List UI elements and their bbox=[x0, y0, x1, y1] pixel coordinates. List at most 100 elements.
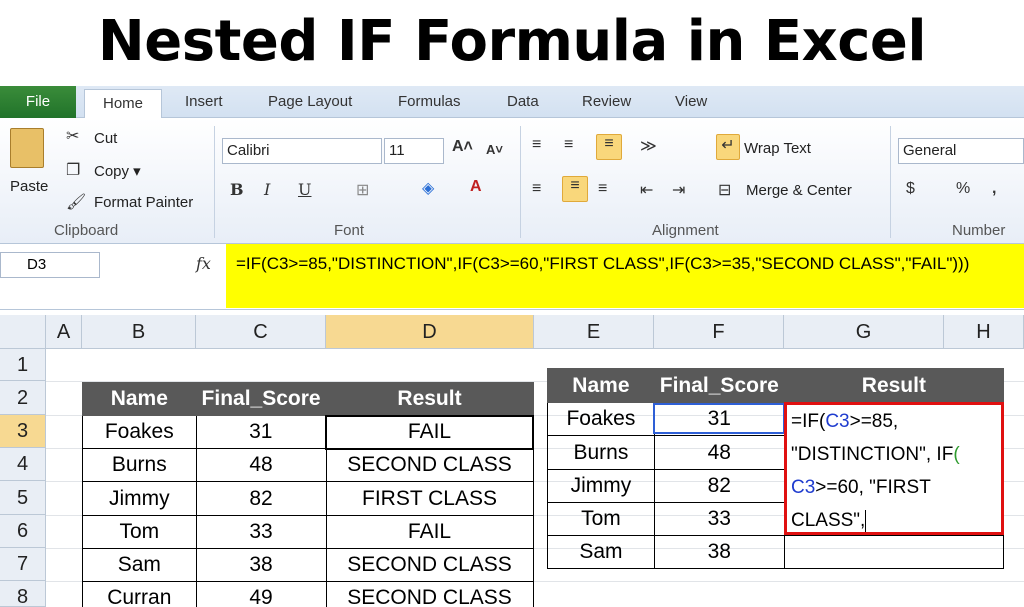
font-group-label: Font bbox=[334, 222, 365, 239]
column-header[interactable]: F bbox=[654, 315, 784, 349]
table-cell[interactable]: Burns bbox=[82, 448, 197, 482]
table-cell[interactable]: Foakes bbox=[82, 415, 197, 449]
table-cell[interactable]: 82 bbox=[195, 481, 327, 516]
column-header[interactable]: E bbox=[534, 315, 654, 349]
decrease-indent-icon[interactable]: ⇤ bbox=[640, 180, 653, 200]
page-title: Nested IF Formula in Excel bbox=[0, 0, 1024, 86]
row-header[interactable]: 2 bbox=[0, 381, 46, 415]
table-header: Final_Score bbox=[195, 382, 327, 416]
align-left-icon[interactable]: ≡ bbox=[532, 180, 541, 198]
table-cell[interactable]: 33 bbox=[653, 502, 785, 536]
align-right-icon[interactable]: ≡ bbox=[598, 180, 607, 198]
align-middle-icon[interactable]: ≡ bbox=[564, 136, 573, 154]
tab-insert[interactable]: Insert bbox=[185, 86, 223, 118]
column-header[interactable]: H bbox=[944, 315, 1024, 349]
column-header[interactable]: G bbox=[784, 315, 944, 349]
table-cell[interactable] bbox=[783, 535, 1005, 569]
table-cell[interactable]: 38 bbox=[653, 535, 785, 569]
table-header: Result bbox=[325, 382, 534, 416]
align-center-icon[interactable]: ≡ bbox=[562, 176, 588, 202]
comma-icon[interactable]: , bbox=[992, 180, 996, 198]
text-cursor bbox=[865, 509, 867, 532]
underline-icon[interactable]: U bbox=[298, 180, 311, 199]
table-cell[interactable]: Burns bbox=[547, 435, 655, 470]
table-cell[interactable]: SECOND CLASS bbox=[325, 581, 534, 607]
row-header[interactable]: 3 bbox=[0, 415, 46, 448]
column-header[interactable]: D bbox=[326, 315, 534, 349]
wrap-text-icon[interactable]: ↵ bbox=[716, 134, 740, 160]
cut-icon[interactable]: ✂ bbox=[66, 126, 79, 146]
tab-formulas[interactable]: Formulas bbox=[398, 86, 461, 118]
percent-icon[interactable]: % bbox=[956, 180, 970, 198]
paste-icon[interactable] bbox=[10, 128, 44, 168]
tab-view[interactable]: View bbox=[675, 86, 707, 118]
column-header[interactable]: A bbox=[46, 315, 82, 349]
format-painter-button[interactable]: Format Painter bbox=[94, 194, 193, 211]
wrap-text-button[interactable]: Wrap Text bbox=[744, 140, 811, 157]
column-header[interactable]: C bbox=[196, 315, 326, 349]
table-cell[interactable]: FAIL bbox=[325, 515, 534, 549]
cut-button[interactable]: Cut bbox=[94, 130, 117, 147]
tab-data[interactable]: Data bbox=[507, 86, 539, 118]
orientation-icon[interactable]: ≫ bbox=[640, 136, 657, 156]
active-cell[interactable]: FAIL bbox=[325, 414, 534, 450]
row-header[interactable]: 1 bbox=[0, 349, 46, 381]
table-cell[interactable]: FIRST CLASS bbox=[325, 481, 534, 516]
table-cell[interactable]: Curran bbox=[82, 581, 197, 607]
merge-center-button[interactable]: Merge & Center bbox=[746, 182, 852, 199]
formula-edit-cell[interactable]: =IF(C3>=85, "DISTINCTION", IF( C3>=60, "… bbox=[784, 402, 1004, 535]
table-cell[interactable]: 82 bbox=[653, 469, 785, 503]
row-header[interactable]: 7 bbox=[0, 548, 46, 581]
font-name-select[interactable]: Calibri bbox=[222, 138, 382, 164]
format-painter-icon[interactable]: 🖌 bbox=[66, 192, 86, 212]
copy-button[interactable]: Copy ▾ bbox=[94, 162, 141, 180]
copy-icon[interactable]: ❐ bbox=[66, 160, 80, 180]
paste-button[interactable]: Paste bbox=[10, 178, 48, 195]
tab-page-layout[interactable]: Page Layout bbox=[268, 86, 352, 118]
formula-text: =IF( bbox=[791, 411, 826, 432]
select-all-corner[interactable] bbox=[0, 315, 46, 349]
font-size-select[interactable]: 11 bbox=[384, 138, 444, 164]
align-bottom-icon[interactable]: ≡ bbox=[596, 134, 622, 160]
table-cell[interactable]: 49 bbox=[195, 581, 327, 607]
tab-review[interactable]: Review bbox=[582, 86, 631, 118]
italic-icon[interactable]: I bbox=[264, 180, 270, 199]
align-top-icon[interactable]: ≡ bbox=[532, 136, 541, 154]
row-header[interactable]: 8 bbox=[0, 581, 46, 607]
table-cell[interactable]: 33 bbox=[195, 515, 327, 549]
fx-icon[interactable]: fx bbox=[196, 254, 211, 273]
number-format-select[interactable]: General bbox=[898, 138, 1024, 164]
fill-color-icon[interactable]: ◈ bbox=[422, 178, 434, 198]
table-cell[interactable]: Sam bbox=[547, 535, 655, 569]
currency-icon[interactable]: $ bbox=[906, 180, 915, 198]
table-cell[interactable]: Jimmy bbox=[547, 469, 655, 503]
table-cell[interactable]: Jimmy bbox=[82, 481, 197, 516]
bold-icon[interactable]: B bbox=[230, 180, 244, 199]
grow-font-icon[interactable]: A˄ bbox=[452, 138, 473, 156]
table-cell[interactable]: Tom bbox=[82, 515, 197, 549]
formula-input[interactable]: =IF(C3>=85,"DISTINCTION",IF(C3>=60,"FIRS… bbox=[226, 244, 1024, 308]
name-box[interactable]: D3 bbox=[0, 252, 100, 278]
table-cell[interactable]: 38 bbox=[195, 548, 327, 582]
borders-icon[interactable]: ⊞ bbox=[356, 180, 369, 200]
table-cell[interactable]: 48 bbox=[195, 448, 327, 482]
row-header[interactable]: 6 bbox=[0, 515, 46, 548]
ribbon-tabs: File Home Insert Page Layout Formulas Da… bbox=[0, 86, 1024, 119]
font-color-icon[interactable]: A bbox=[470, 178, 482, 196]
tab-file[interactable]: File bbox=[0, 86, 76, 118]
table-cell[interactable]: 48 bbox=[653, 435, 785, 470]
table-cell[interactable]: 31 bbox=[195, 415, 327, 449]
table-cell[interactable]: Sam bbox=[82, 548, 197, 582]
separator bbox=[890, 126, 891, 238]
merge-center-icon[interactable]: ⊟ bbox=[718, 180, 731, 200]
table-cell[interactable]: Foakes bbox=[547, 402, 655, 436]
table-cell[interactable]: Tom bbox=[547, 502, 655, 536]
increase-indent-icon[interactable]: ⇥ bbox=[672, 180, 685, 200]
shrink-font-icon[interactable]: A˅ bbox=[486, 142, 503, 157]
table-cell[interactable]: SECOND CLASS bbox=[325, 548, 534, 582]
tab-home[interactable]: Home bbox=[84, 89, 162, 119]
table-cell[interactable]: SECOND CLASS bbox=[325, 448, 534, 482]
row-header[interactable]: 4 bbox=[0, 448, 46, 481]
column-header[interactable]: B bbox=[82, 315, 196, 349]
row-header[interactable]: 5 bbox=[0, 481, 46, 515]
